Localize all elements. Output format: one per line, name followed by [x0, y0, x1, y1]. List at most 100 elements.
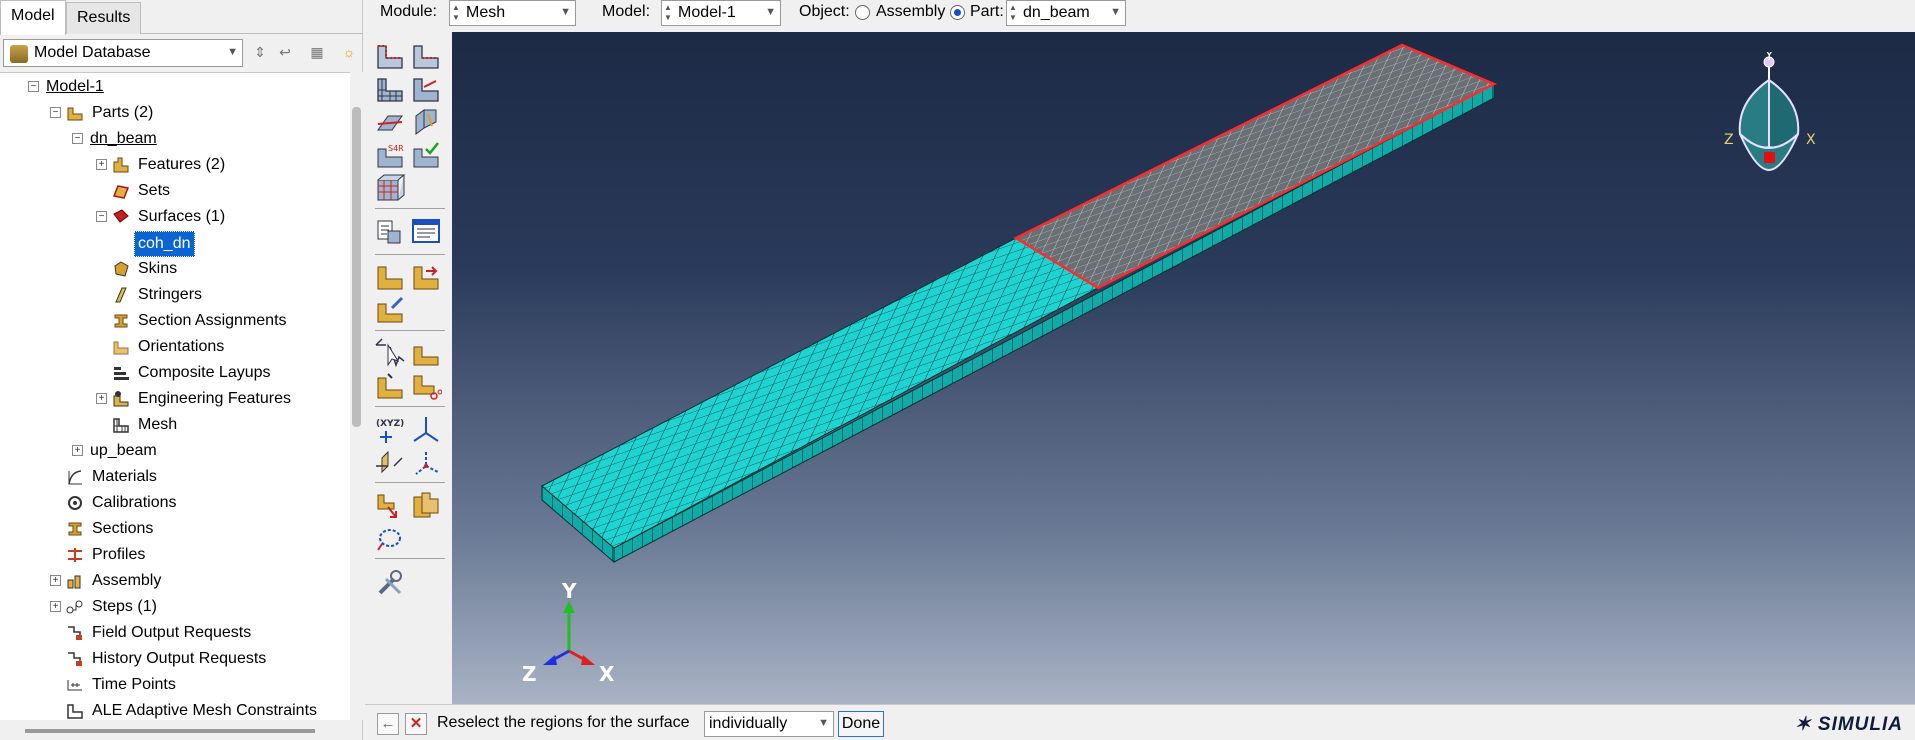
- svg-text:S4R: S4R: [388, 144, 404, 153]
- back-arrow-icon[interactable]: ←: [377, 713, 399, 735]
- mesh-toolbox: S4R (XYZ): [365, 32, 452, 704]
- object-label: Object:: [799, 3, 850, 20]
- graphics-viewport[interactable]: Y Z X Y Z X: [452, 32, 1915, 704]
- mesh-icon: [113, 418, 129, 433]
- mesh-canvas[interactable]: [452, 32, 1915, 704]
- tab-model[interactable]: Model: [0, 0, 66, 35]
- orientations-icon: [113, 341, 129, 355]
- chevron-down-icon: ▼: [1110, 6, 1121, 18]
- tree-label: Model-1: [46, 78, 104, 95]
- database-select[interactable]: Model Database ▼: [3, 39, 243, 67]
- model-select[interactable]: ▲ ▼ Model-1 ▼: [661, 0, 781, 26]
- parts-icon: [67, 107, 83, 121]
- view-cube-y-label: Y: [1764, 52, 1774, 64]
- pick-tool-icon[interactable]: [374, 337, 406, 369]
- verify-mesh-icon[interactable]: [410, 139, 442, 171]
- model-tree: − Model-1 − Parts (2) − dn_beam + Featur…: [0, 72, 350, 720]
- assembly-radio[interactable]: [855, 5, 870, 20]
- tree-horizontal-scrollbar[interactable]: [0, 720, 350, 740]
- database-icon: [10, 45, 28, 63]
- calibrations-icon: [68, 496, 82, 510]
- chevron-down-icon: ▼: [818, 717, 829, 729]
- datum-axis-icon[interactable]: [410, 413, 442, 445]
- lasso-icon[interactable]: [374, 522, 406, 554]
- cancel-icon[interactable]: ✕: [405, 713, 427, 735]
- datum-plane-icon[interactable]: [374, 446, 406, 478]
- report-icon[interactable]: [410, 215, 442, 247]
- virtual-topology-icon[interactable]: [410, 106, 442, 138]
- chevron-down-icon: ▼: [765, 6, 776, 18]
- composite-layups-icon: [114, 367, 129, 380]
- spin-arrows-icon: ▲ ▼: [664, 3, 672, 22]
- simulia-logo: ✶ SIMULIA: [1794, 714, 1903, 735]
- database-label: Model Database: [34, 44, 151, 61]
- profiles-icon: [68, 548, 82, 562]
- spin-arrows-icon: ▲ ▼: [1009, 3, 1017, 22]
- svg-text:(XYZ): (XYZ): [376, 419, 404, 429]
- partition-icon[interactable]: [374, 106, 406, 138]
- assembly-icon: [67, 575, 81, 589]
- chevron-down-icon: ▼: [560, 6, 571, 18]
- module-select[interactable]: ▲ ▼ Mesh ▼: [449, 0, 576, 26]
- section-assignments-icon: [114, 314, 128, 328]
- sets-icon: [112, 185, 130, 199]
- edit-mesh-icon[interactable]: [374, 261, 406, 293]
- part-radio[interactable]: [950, 5, 965, 20]
- tree-vertical-scrollbar[interactable]: [350, 72, 363, 720]
- mesh-region-icon[interactable]: [410, 73, 442, 105]
- module-label: Module:: [380, 3, 437, 20]
- surfaces-icon: [113, 209, 129, 223]
- sections-icon: [68, 522, 82, 536]
- model-label: Model:: [602, 3, 651, 20]
- part-select[interactable]: ▲ ▼ dn_beam ▼: [1006, 0, 1126, 26]
- element-type-icon[interactable]: S4R: [374, 139, 406, 171]
- sort-arrows-icon[interactable]: ⇕: [249, 41, 271, 63]
- part-radio-label: Part:: [970, 3, 1004, 20]
- spin-arrows-icon: ▲ ▼: [452, 3, 460, 22]
- prompt-area: ← ✕ Reselect the regions for the surface…: [365, 704, 1915, 740]
- prompt-text: Reselect the regions for the surface: [437, 714, 690, 731]
- ale-icon: [67, 704, 83, 719]
- seed-edges-icon[interactable]: [410, 40, 442, 72]
- selection-method-select[interactable]: individually ▼: [704, 711, 834, 737]
- part-select-tool-icon[interactable]: [410, 337, 442, 369]
- tools-icon[interactable]: [374, 567, 406, 599]
- instance-icon[interactable]: [410, 489, 442, 521]
- done-button[interactable]: Done: [838, 711, 884, 737]
- view-cube-x-label: X: [1806, 132, 1816, 148]
- part-cut-icon[interactable]: [410, 370, 442, 402]
- field-output-icon: [68, 626, 82, 640]
- tree-tabs: Model Results: [0, 0, 363, 35]
- time-points-icon: [67, 680, 82, 691]
- mesh-part-icon[interactable]: [374, 73, 406, 105]
- mesh-edit-tool-icon[interactable]: [374, 294, 406, 326]
- history-output-icon: [68, 652, 82, 666]
- seed-part-icon[interactable]: [374, 40, 406, 72]
- lightbulb-icon[interactable]: ☼: [338, 41, 360, 63]
- assembly-radio-label: Assembly: [876, 3, 946, 20]
- materials-icon: [68, 470, 82, 485]
- assign-mesh-icon[interactable]: [410, 261, 442, 293]
- part-edit-icon[interactable]: [374, 370, 406, 402]
- transform-icon[interactable]: [374, 489, 406, 521]
- features-icon: [113, 157, 129, 173]
- ds-logo-icon: ✶: [1794, 714, 1812, 735]
- context-toolbar: Module: ▲ ▼ Mesh ▼ Model: ▲ ▼ Model-1 ▼ Ob…: [365, 0, 1915, 32]
- engineering-features-icon: [113, 391, 129, 407]
- mesh-controls-icon[interactable]: [374, 172, 406, 204]
- triad-x-label: X: [599, 662, 615, 686]
- view-cube[interactable]: Y Z X: [1722, 52, 1842, 177]
- triad-z-label: Z: [522, 662, 537, 686]
- model-tree-panel: Model Results Model Database ▼ ⇕ ↩ ▦ ☼ −…: [0, 0, 363, 740]
- tree-up-icon[interactable]: ↩: [274, 41, 296, 63]
- tab-results[interactable]: Results: [66, 2, 142, 34]
- steps-icon: [66, 600, 83, 614]
- datum-csys-icon[interactable]: [410, 446, 442, 478]
- tree-filter-icon[interactable]: ▦: [306, 41, 328, 63]
- skins-icon: [114, 261, 129, 277]
- query-icon[interactable]: [374, 215, 406, 247]
- datum-point-icon[interactable]: (XYZ): [374, 413, 406, 445]
- axis-triad: Y Z X: [522, 579, 615, 686]
- view-cube-z-label: Z: [1724, 132, 1734, 148]
- stringers-icon: [115, 287, 127, 303]
